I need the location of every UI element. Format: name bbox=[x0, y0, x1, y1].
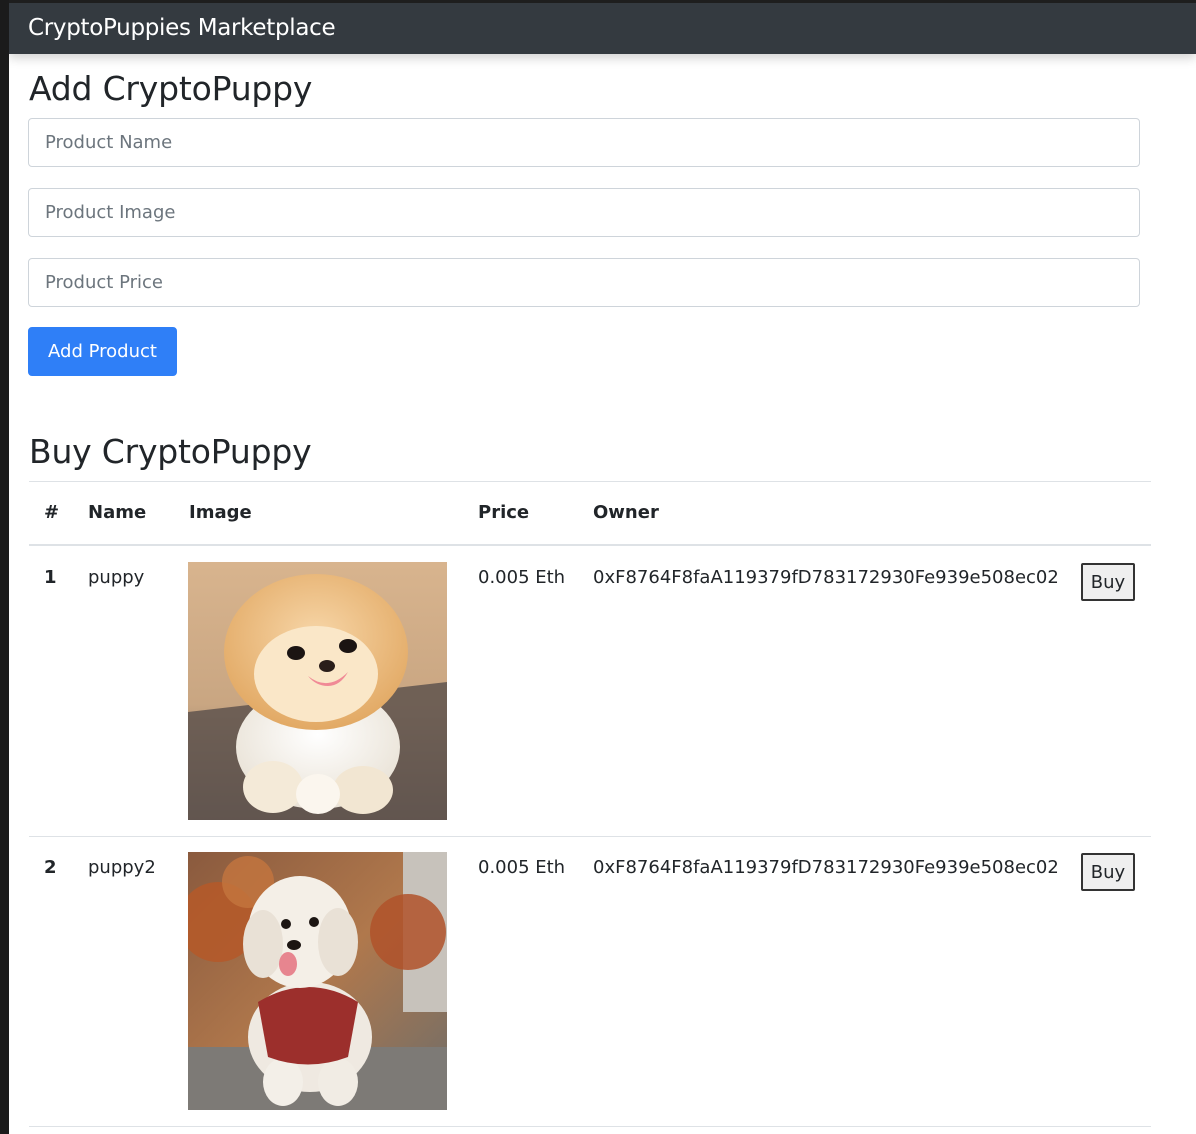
page: CryptoPuppies Marketplace Add CryptoPupp… bbox=[9, 0, 1196, 1134]
column-header-name: Name bbox=[88, 502, 147, 523]
buy-button[interactable]: Buy bbox=[1081, 853, 1135, 891]
column-header-owner: Owner bbox=[593, 502, 659, 523]
row-number: 1 bbox=[44, 567, 57, 588]
column-header-number: # bbox=[44, 502, 60, 523]
buy-button[interactable]: Buy bbox=[1081, 563, 1135, 601]
owner-address: 0xF8764F8faA119379fD783172930Fe939e508ec… bbox=[593, 567, 1059, 588]
row-number: 2 bbox=[44, 857, 57, 878]
row-divider bbox=[29, 1126, 1151, 1127]
product-price: 0.005 Eth bbox=[478, 567, 566, 588]
window-left-edge bbox=[0, 0, 9, 1134]
row-divider bbox=[29, 836, 1151, 837]
product-price-input[interactable] bbox=[28, 258, 1140, 307]
table-top-border bbox=[29, 481, 1151, 482]
product-name: puppy2 bbox=[88, 857, 156, 878]
column-header-image: Image bbox=[189, 502, 252, 523]
product-price: 0.005 Eth bbox=[478, 857, 566, 878]
add-product-button[interactable]: Add Product bbox=[28, 327, 177, 376]
navbar: CryptoPuppies Marketplace bbox=[9, 0, 1196, 54]
buy-product-title: Buy CryptoPuppy bbox=[29, 432, 312, 471]
brand-link[interactable]: CryptoPuppies Marketplace bbox=[28, 15, 336, 41]
table-header-border bbox=[29, 544, 1151, 546]
owner-address: 0xF8764F8faA119379fD783172930Fe939e508ec… bbox=[593, 857, 1059, 878]
add-product-title: Add CryptoPuppy bbox=[29, 69, 313, 108]
pomeranian-puppy-photo bbox=[188, 562, 447, 820]
column-header-price: Price bbox=[478, 502, 530, 523]
white-dog-red-sweater-photo bbox=[188, 852, 447, 1110]
product-image-input[interactable] bbox=[28, 188, 1140, 237]
product-name: puppy bbox=[88, 567, 145, 588]
product-name-input[interactable] bbox=[28, 118, 1140, 167]
